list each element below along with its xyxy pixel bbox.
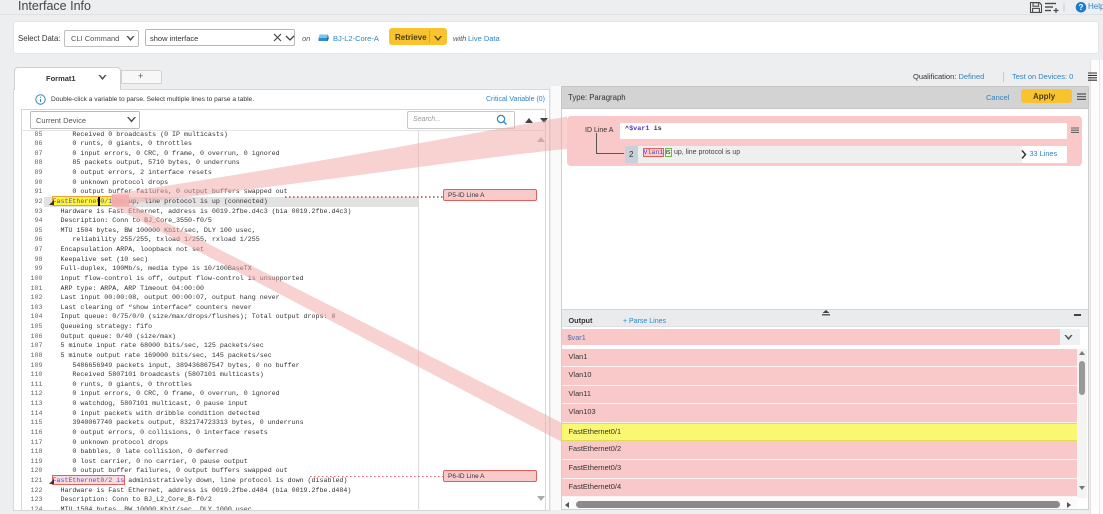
svg-text:?: ? [1078, 3, 1083, 12]
